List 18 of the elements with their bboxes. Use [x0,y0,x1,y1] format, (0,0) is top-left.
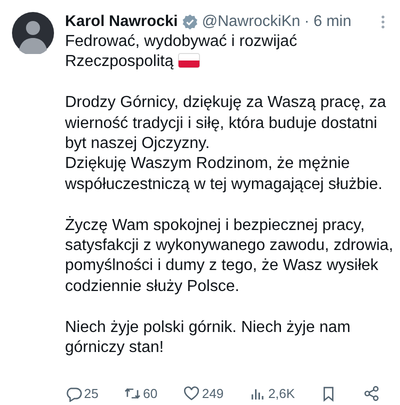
post-text: Życzę Wam spokojnej i bezpiecznej pracy, satysfakcji z wykonywanego zawodu, zdrowia, pomyślności i dumy z tego, że Wasz wysiłek codziennie służy Polsce. [65,216,394,297]
post-text: Niech żyje polski górnik. Niech żyje nam górniczy stan! [65,318,352,358]
avatar[interactable] [12,12,54,54]
share-button[interactable] [362,384,380,402]
like-button[interactable]: 249 [182,384,224,402]
post-text: Fedrować, wydobywać i rozwijać Rzeczpospolitą [65,32,298,72]
post-time[interactable]: 6 min [313,12,352,32]
author-name[interactable]: Karol Nawrocki [65,12,178,32]
heart-icon [182,384,200,402]
reply-icon [65,384,82,402]
repost-button[interactable]: 60 [124,384,158,402]
author-handle[interactable]: @NawrockiKn [202,12,300,32]
views-button[interactable]: 2,6K [249,384,295,402]
flag-icon [178,53,200,68]
separator: · [304,12,310,32]
share-icon [362,384,380,402]
post-text: Drodzy Górnicy, dziękuję za Waszą pracę, za wierność tradycji i siłę, która buduje dostatni byt naszej Ojczyzny. Dziękuję Waszym Rodzinom, że mężnie współuczestniczą w tej wymagającej służbie. [65,93,388,195]
reply-button[interactable]: 25 [65,384,98,402]
